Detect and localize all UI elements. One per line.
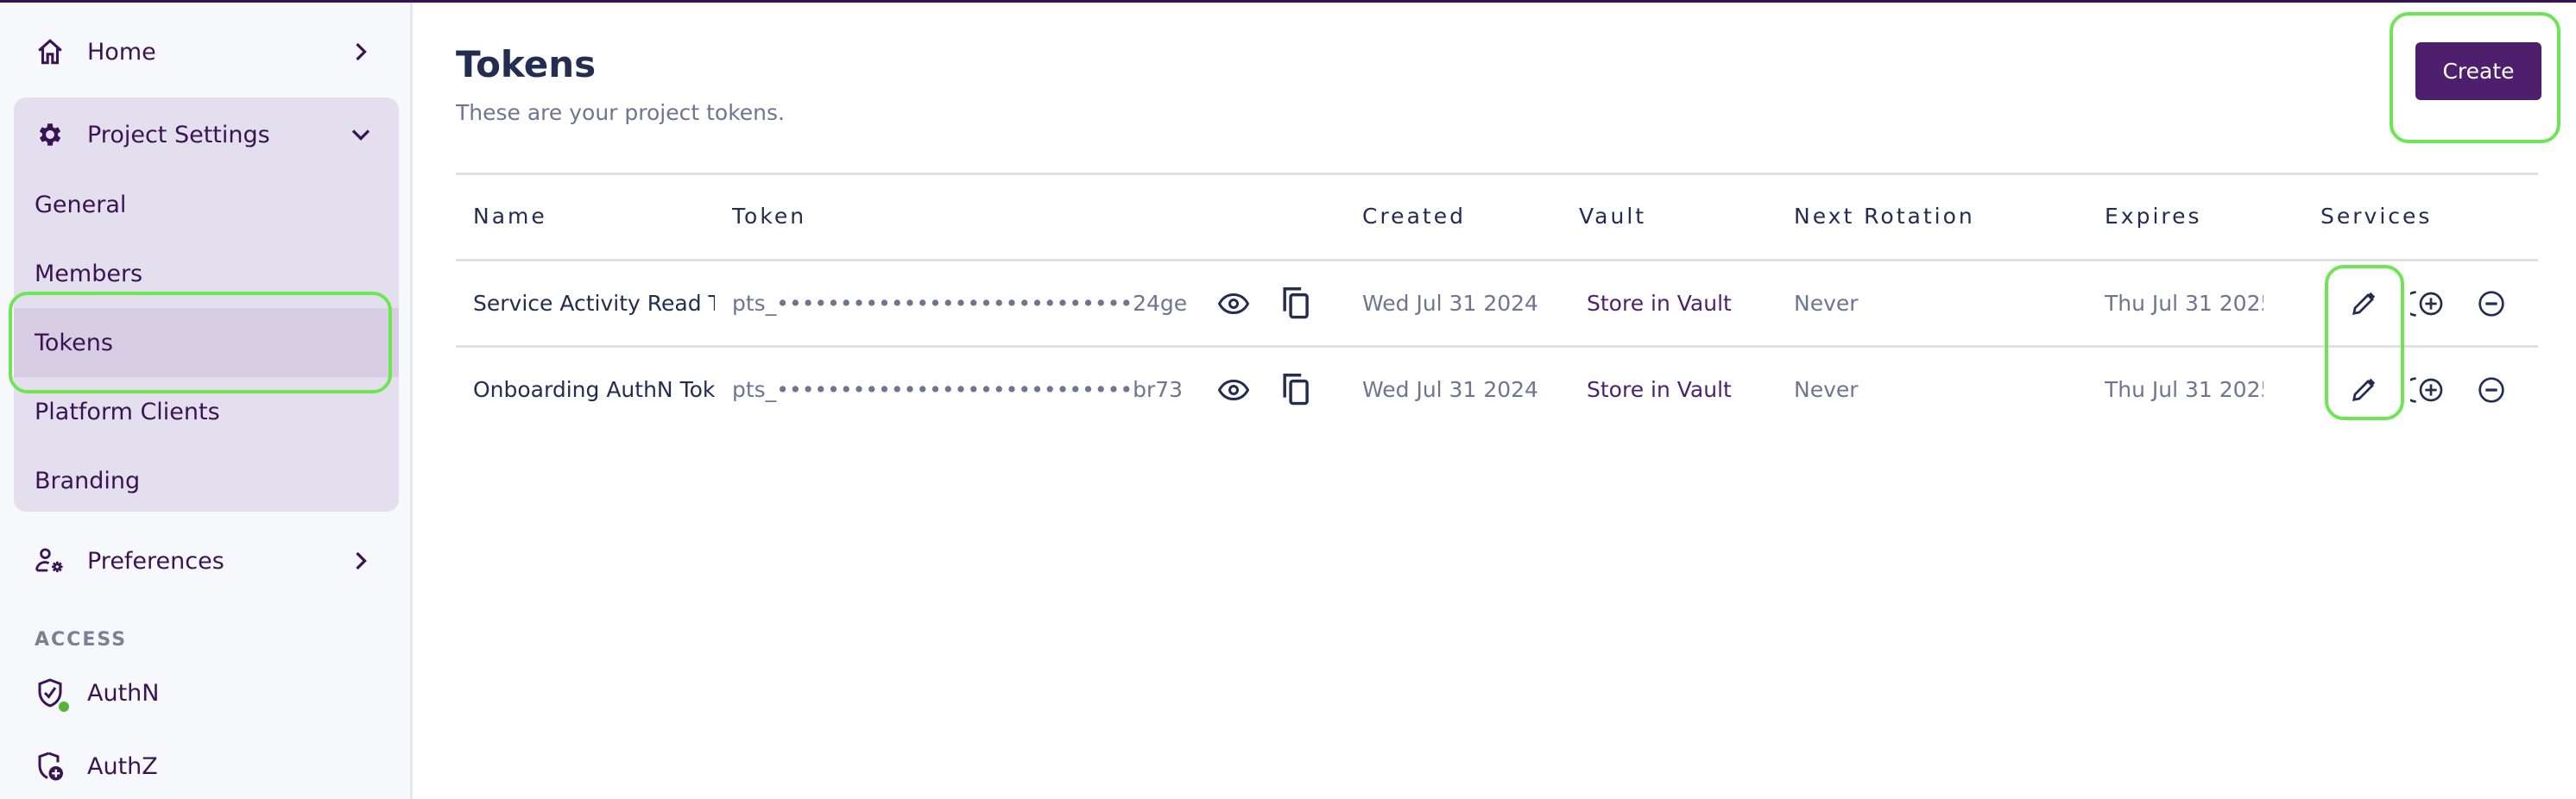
sidebar-item-authz[interactable]: AuthZ: [0, 740, 413, 792]
project-settings-group: Project Settings General Members Tokens …: [14, 98, 399, 512]
token-name: Onboarding AuthN Token: [473, 377, 715, 402]
sidebar-item-label: Members: [35, 260, 143, 287]
edit-pencil-icon[interactable]: [2345, 371, 2383, 409]
sidebar-item-branding[interactable]: Branding: [14, 446, 399, 515]
gear-icon: [35, 119, 66, 150]
edit-pencil-icon[interactable]: [2345, 285, 2383, 323]
shield-check-icon: [35, 677, 69, 712]
token-value: pts_••••••••••••••••••••••••••••24ge: [732, 291, 1188, 316]
header-divider: [456, 173, 2538, 175]
sidebar-item-project-settings[interactable]: Project Settings: [0, 109, 413, 160]
create-button[interactable]: Create: [2415, 42, 2541, 100]
sidebar: Home Project Settings General Members To…: [0, 3, 413, 799]
chevron-right-icon: [349, 549, 373, 573]
sidebar-item-home[interactable]: Home: [0, 26, 413, 78]
store-in-vault-link[interactable]: Store in Vault: [1587, 291, 1732, 316]
column-header-token: Token: [732, 204, 807, 229]
next-rotation: Never: [1794, 377, 1859, 402]
sidebar-item-preferences[interactable]: Preferences: [0, 535, 413, 587]
access-section-label: ACCESS: [35, 629, 128, 651]
expires-date: Thu Jul 31 2025: [2105, 291, 2263, 316]
table-header-divider: [456, 259, 2538, 261]
sidebar-item-label: AuthN: [87, 679, 160, 707]
expires-date: Thu Jul 31 2025: [2105, 377, 2263, 402]
column-header-vault: Vault: [1579, 204, 1647, 229]
add-service-icon[interactable]: [2409, 371, 2447, 409]
column-header-services: Services: [2320, 204, 2433, 229]
eye-icon[interactable]: [1215, 371, 1253, 409]
sidebar-item-general[interactable]: General: [14, 170, 399, 239]
page-subtitle: These are your project tokens.: [456, 100, 785, 125]
copy-icon[interactable]: [1278, 285, 1316, 323]
sidebar-item-platform-clients[interactable]: Platform Clients: [14, 377, 399, 446]
remove-service-icon[interactable]: [2472, 371, 2510, 409]
remove-service-icon[interactable]: [2472, 285, 2510, 323]
sidebar-item-label: General: [35, 191, 127, 218]
sidebar-item-label: Branding: [35, 467, 141, 494]
shield-plus-icon: [35, 751, 66, 782]
add-service-icon[interactable]: [2409, 285, 2447, 323]
created-date: Wed Jul 31 2024: [1362, 377, 1538, 402]
sidebar-item-label: Tokens: [35, 329, 113, 356]
user-settings-icon: [35, 545, 66, 576]
chevron-down-icon: [349, 123, 373, 147]
home-icon: [35, 36, 66, 67]
column-header-created: Created: [1362, 204, 1466, 229]
sidebar-item-label: Home: [87, 38, 156, 66]
token-name: Service Activity Read Token: [473, 291, 715, 316]
copy-icon[interactable]: [1278, 371, 1316, 409]
page-title: Tokens: [456, 43, 597, 85]
row-divider: [456, 345, 2538, 348]
sidebar-item-label: Preferences: [87, 547, 224, 575]
sidebar-item-label: AuthZ: [87, 752, 158, 780]
status-dot: [59, 701, 69, 712]
column-header-name: Name: [473, 204, 547, 229]
sidebar-item-authn[interactable]: AuthN: [0, 667, 413, 719]
created-date: Wed Jul 31 2024: [1362, 291, 1538, 316]
sidebar-item-label: Project Settings: [87, 121, 270, 148]
sidebar-item-label: Platform Clients: [35, 398, 220, 425]
chevron-right-icon: [349, 40, 373, 64]
eye-icon[interactable]: [1215, 285, 1253, 323]
token-value: pts_••••••••••••••••••••••••••••br73: [732, 377, 1184, 402]
column-header-expires: Expires: [2105, 204, 2202, 229]
column-header-next-rotation: Next Rotation: [1794, 204, 1975, 229]
sidebar-item-members[interactable]: Members: [14, 239, 399, 308]
sidebar-item-tokens[interactable]: Tokens: [14, 308, 399, 377]
store-in-vault-link[interactable]: Store in Vault: [1587, 377, 1732, 402]
next-rotation: Never: [1794, 291, 1859, 316]
